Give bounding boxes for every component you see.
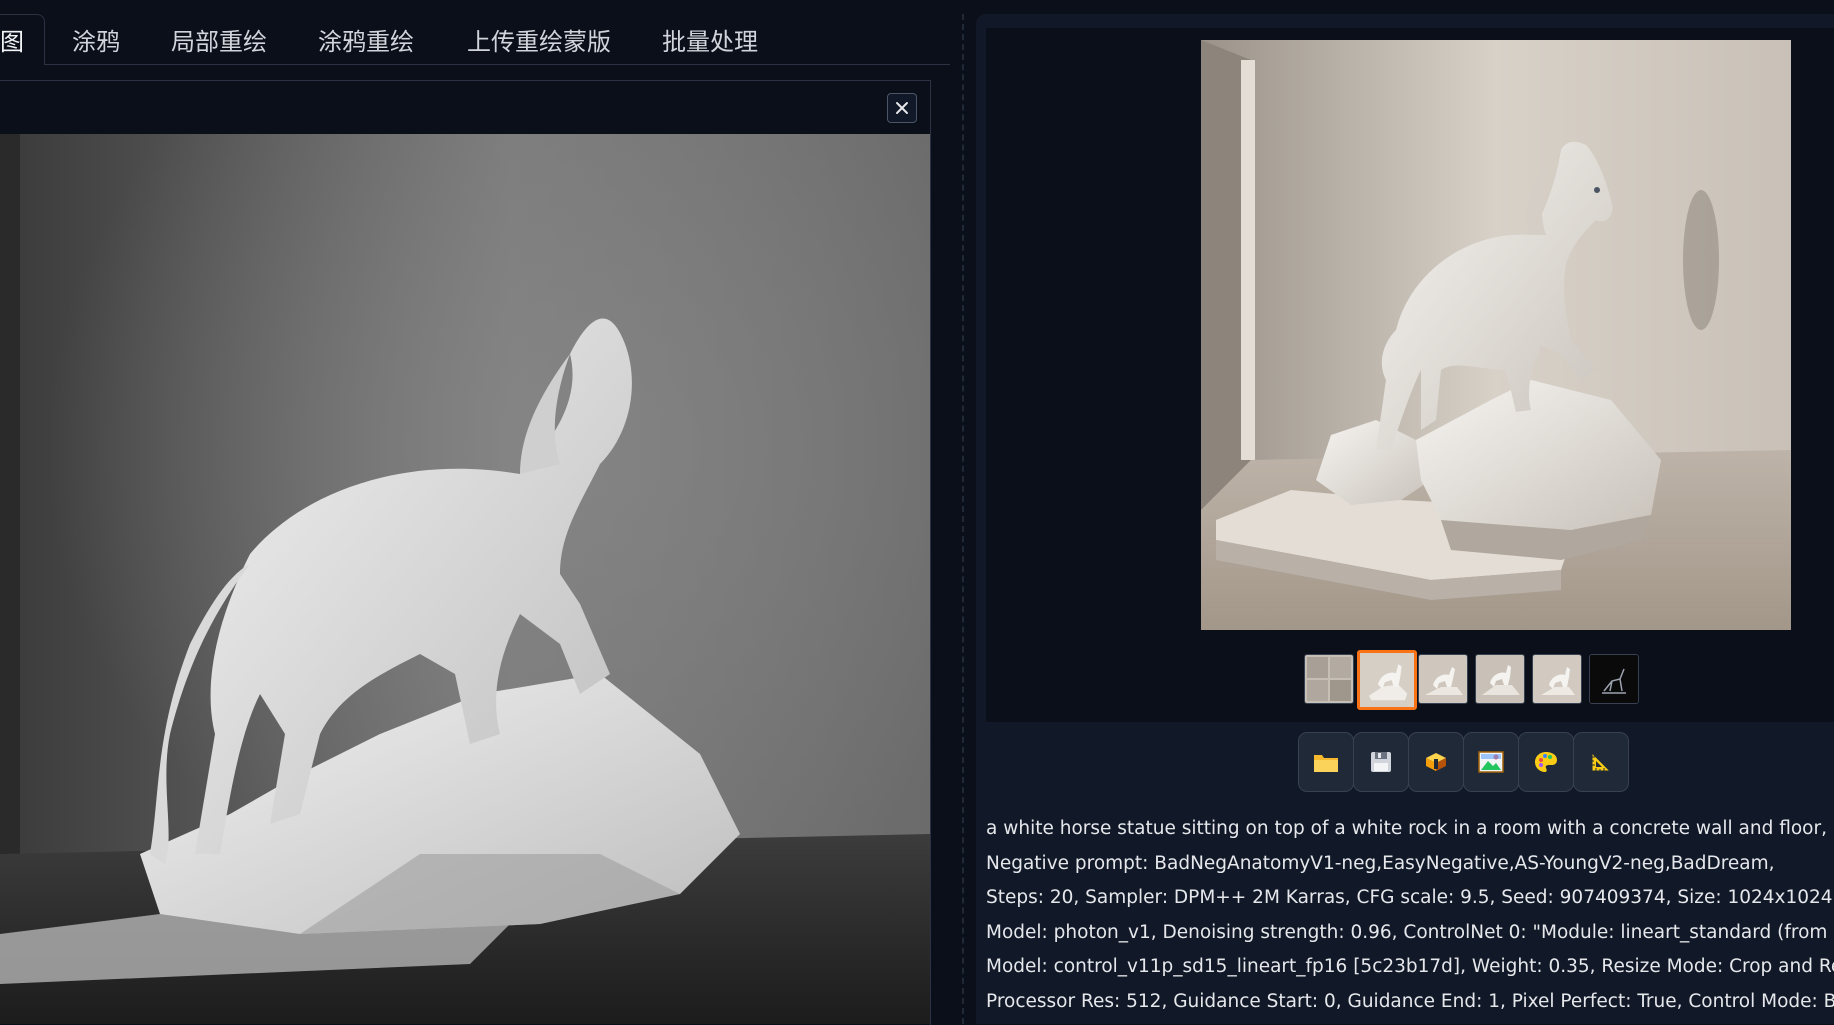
palette-icon xyxy=(1535,752,1557,772)
source-image[interactable] xyxy=(0,134,930,1024)
prompt-line: a white horse statue sitting on top of a… xyxy=(986,818,1827,839)
ruler-icon xyxy=(1591,751,1612,772)
output-image[interactable] xyxy=(1201,40,1791,630)
zip-icon xyxy=(1426,753,1446,771)
save-icon xyxy=(1371,752,1391,772)
thumbnail-lineart[interactable] xyxy=(1589,654,1639,704)
thumbnail-grid[interactable] xyxy=(1304,654,1354,704)
zip-button[interactable] xyxy=(1408,732,1464,792)
thumbnail-horse-3[interactable] xyxy=(1475,654,1525,704)
send-to-inpaint-button[interactable] xyxy=(1518,732,1574,792)
tab-bar: 图 涂鸦 局部重绘 涂鸦重绘 上传重绘蒙版 批量处理 xyxy=(0,0,950,65)
open-folder-button[interactable] xyxy=(1298,732,1354,792)
processor-line: Processor Res: 512, Guidance Start: 0, G… xyxy=(986,990,1834,1012)
folder-icon xyxy=(1314,755,1338,772)
generation-info: a white horse statue sitting on top of a… xyxy=(986,812,1834,1019)
tab-inpaint[interactable]: 局部重绘 xyxy=(171,22,267,62)
tab-img2img[interactable]: 图 xyxy=(0,14,45,65)
thumbnail-horse-2[interactable] xyxy=(1418,654,1468,704)
tab-batch[interactable]: 批量处理 xyxy=(662,22,758,62)
thumbnail-horse-1-selected[interactable] xyxy=(1357,650,1417,710)
send-to-img2img-button[interactable] xyxy=(1463,732,1519,792)
tab-inpaint-upload[interactable]: 上传重绘蒙版 xyxy=(467,22,611,62)
tab-sketch[interactable]: 涂鸦 xyxy=(72,22,120,62)
tab-inpaint-sketch[interactable]: 涂鸦重绘 xyxy=(318,22,414,62)
save-button[interactable] xyxy=(1353,732,1409,792)
controlnet-model-line: Model: control_v11p_sd15_lineart_fp16 [5… xyxy=(986,956,1834,977)
img2img-panel: 图 涂鸦 局部重绘 涂鸦重绘 上传重绘蒙版 批量处理 xyxy=(0,0,960,1025)
output-gallery xyxy=(986,28,1834,722)
close-icon xyxy=(896,102,908,114)
send-to-extras-button[interactable] xyxy=(1573,732,1629,792)
clear-image-button[interactable] xyxy=(887,93,917,123)
thumbnail-horse-4[interactable] xyxy=(1532,654,1582,704)
panel-divider xyxy=(962,14,964,1024)
parameters-line: Steps: 20, Sampler: DPM++ 2M Karras, CFG… xyxy=(986,887,1834,908)
negative-prompt-line: Negative prompt: BadNegAnatomyV1-neg,Eas… xyxy=(986,852,1775,874)
model-line: Model: photon_v1, Denoising strength: 0.… xyxy=(986,921,1834,943)
image-icon xyxy=(1478,751,1504,773)
output-panel: a white horse statue sitting on top of a… xyxy=(976,14,1834,1024)
